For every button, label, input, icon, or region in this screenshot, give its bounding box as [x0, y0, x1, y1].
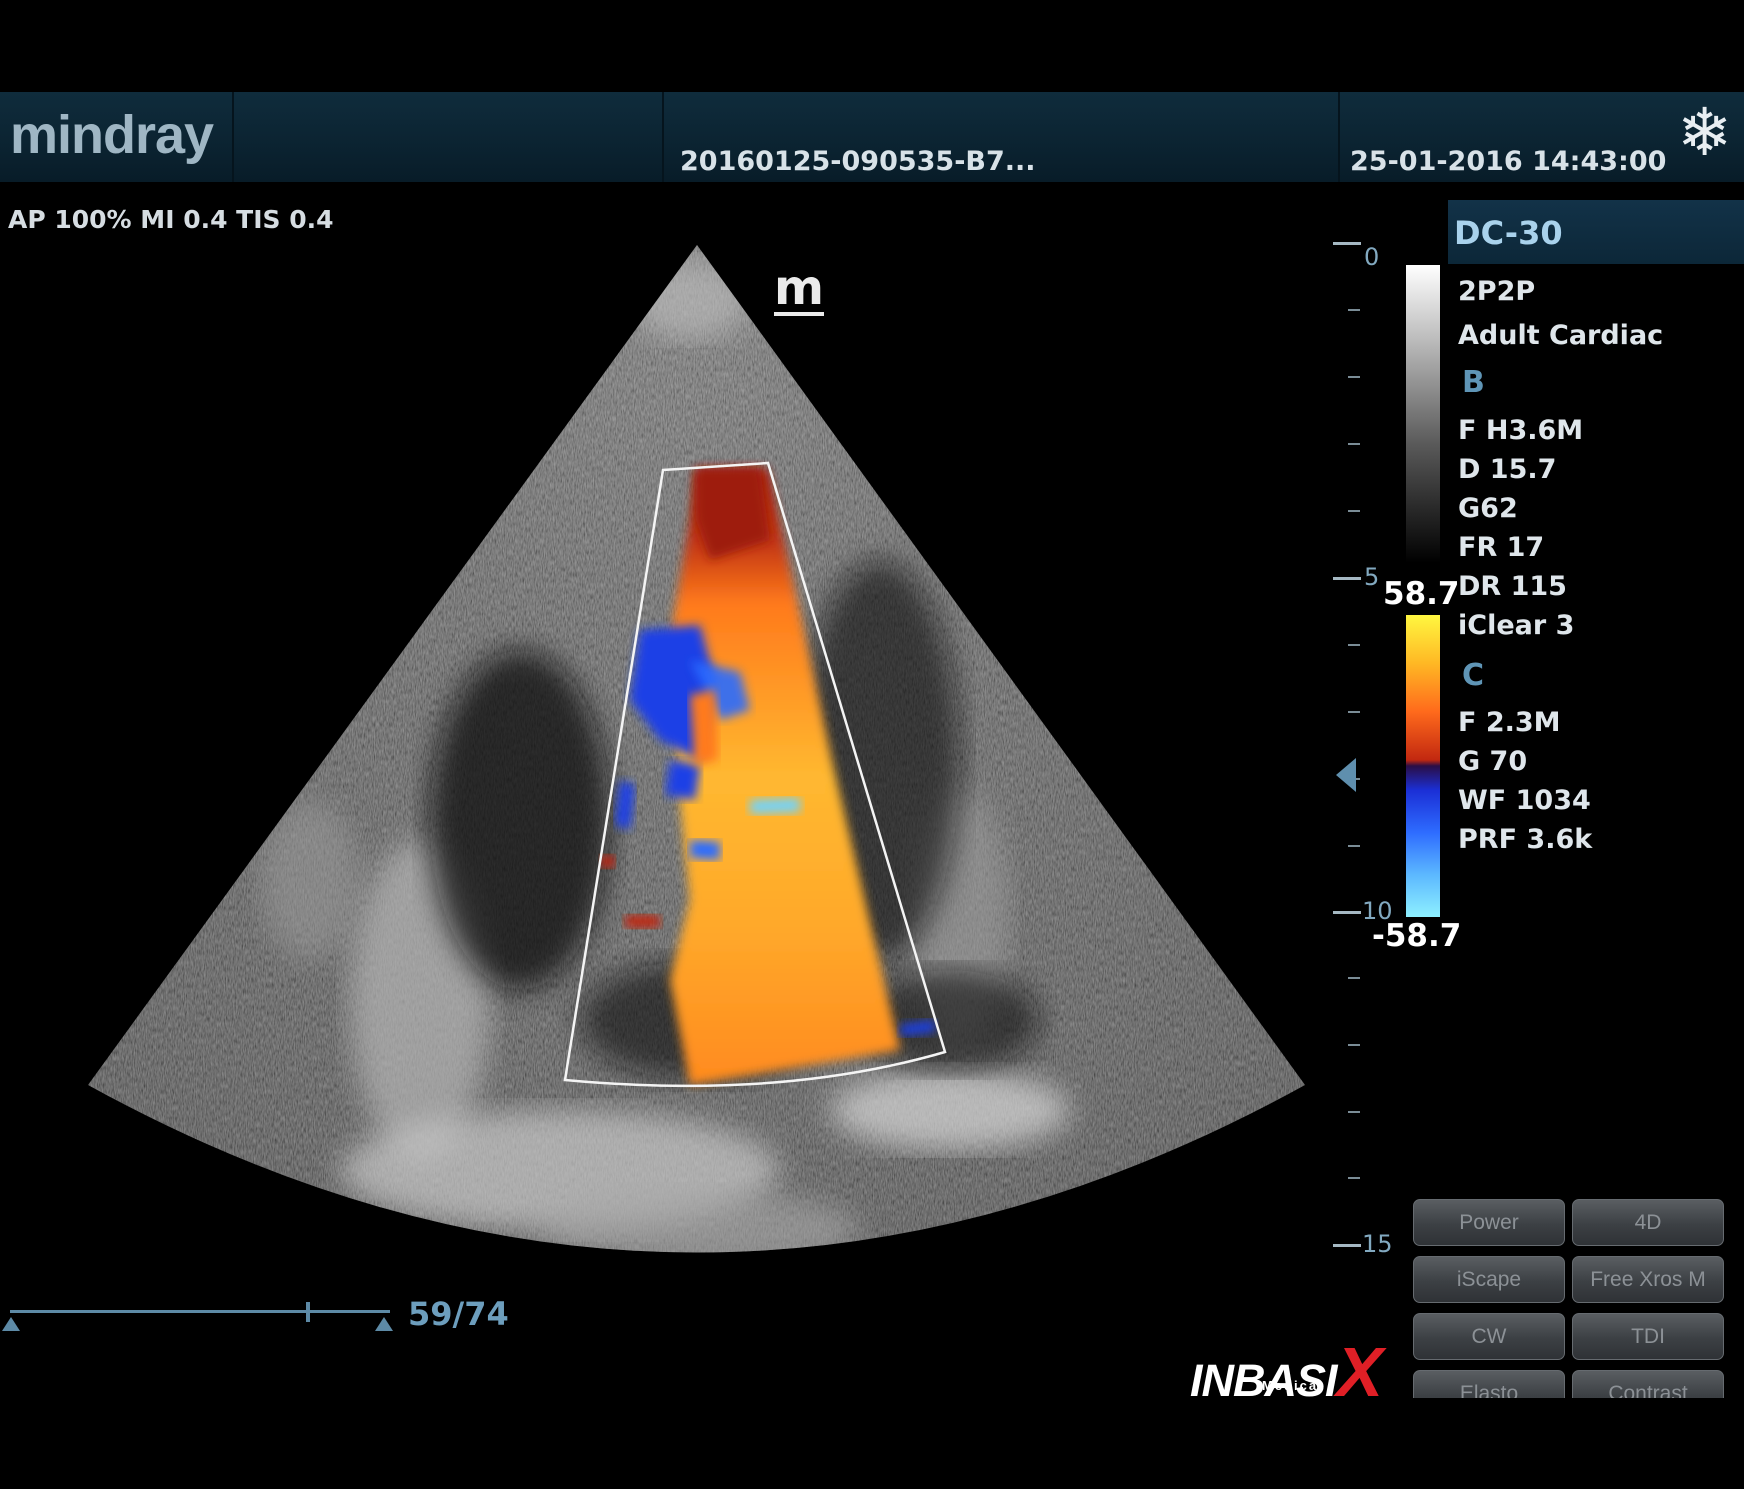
- velocity-max: 58.7: [1383, 576, 1460, 612]
- 4d-button[interactable]: 4D: [1572, 1199, 1724, 1246]
- b-param: FR 17: [1458, 532, 1545, 563]
- orientation-marker: m: [774, 260, 825, 316]
- b-param: D 15.7: [1458, 454, 1557, 485]
- cine-playhead[interactable]: [306, 1302, 310, 1322]
- c-param: PRF 3.6k: [1458, 824, 1593, 855]
- exam-type: Adult Cardiac: [1458, 320, 1664, 351]
- cine-track[interactable]: [10, 1310, 390, 1313]
- probe-preset: 2P2P: [1458, 276, 1536, 307]
- cw-button[interactable]: CW: [1413, 1313, 1565, 1360]
- iscape-button[interactable]: iScape: [1413, 1256, 1565, 1303]
- b-param: DR 115: [1458, 571, 1567, 602]
- c-mode-label: C: [1462, 658, 1485, 693]
- probe-name: DC-30: [1454, 214, 1563, 252]
- tdi-button[interactable]: TDI: [1572, 1313, 1724, 1360]
- c-param: G 70: [1458, 746, 1528, 777]
- depth-label: 15: [1362, 1230, 1393, 1258]
- grayscale-bar: [1406, 265, 1440, 563]
- contrast-button[interactable]: Contrast: [1572, 1370, 1724, 1398]
- watermark-logo: INBASIX: [1190, 1333, 1383, 1411]
- b-param: G62: [1458, 493, 1518, 524]
- watermark-sub: Medical: [1262, 1378, 1324, 1393]
- depth-label: 0: [1364, 243, 1380, 271]
- color-velocity-bar: [1406, 615, 1440, 917]
- cine-frame-counter: 59/74: [408, 1295, 509, 1333]
- depth-label: 10: [1362, 897, 1393, 925]
- b-param: iClear 3: [1458, 610, 1575, 641]
- focus-marker-icon[interactable]: [1336, 758, 1356, 792]
- free-xros-m-button[interactable]: Free Xros M: [1572, 1256, 1724, 1303]
- soft-button-row-clip: Elasto Contrast: [1413, 1370, 1744, 1398]
- b-mode-label: B: [1462, 365, 1485, 400]
- c-param: F 2.3M: [1458, 707, 1561, 738]
- b-param: F H3.6M: [1458, 415, 1584, 446]
- depth-label: 5: [1364, 563, 1380, 591]
- elasto-button[interactable]: Elasto: [1413, 1370, 1565, 1398]
- cine-start-handle-icon[interactable]: [2, 1317, 20, 1331]
- power-button[interactable]: Power: [1413, 1199, 1565, 1246]
- c-param: WF 1034: [1458, 785, 1591, 816]
- cine-end-handle-icon[interactable]: [375, 1317, 393, 1331]
